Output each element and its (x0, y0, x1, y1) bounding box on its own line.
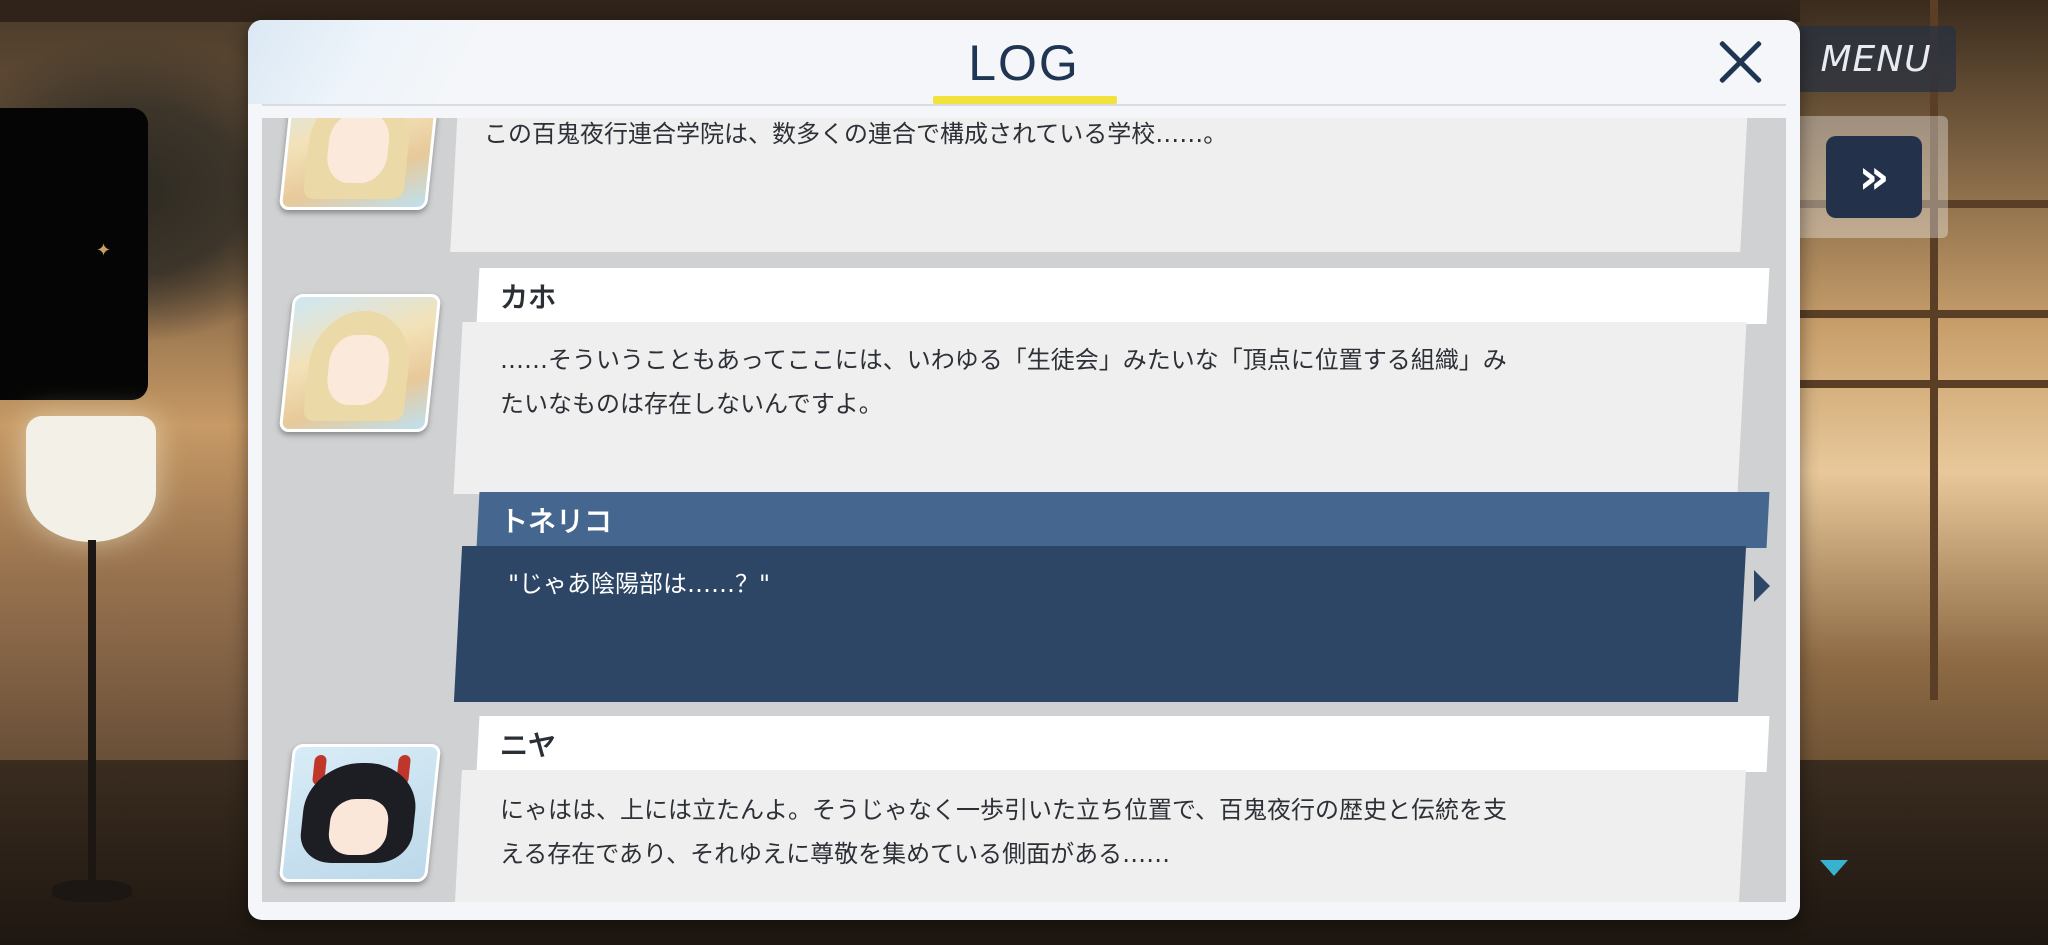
selection-pointer-icon (1754, 570, 1770, 602)
background-post (1930, 0, 1938, 700)
lamp-base (52, 880, 132, 902)
message-text: この百鬼夜行連合学院は、数多くの連合で構成されている学校……。 (484, 120, 1228, 148)
speaker-name: トネリコ (500, 505, 613, 538)
message-text: "じゃあ陰陽部は……？" (508, 570, 771, 598)
title-underline (933, 96, 1117, 104)
message-text: ……そういうこともあってここには、いわゆる「生徒会」みたいな「頂点に位置する組織… (500, 346, 1507, 418)
sparkle-icon: ✦ (96, 240, 112, 261)
speaker-name-bar (476, 492, 1770, 548)
lamp-shade (26, 416, 156, 542)
message-text: にゃはは、上には立たんよ。そうじゃなく一歩引いた立ち位置で、百鬼夜行の歴史と伝統… (500, 796, 1508, 868)
speaker-name: ニヤ (500, 729, 557, 762)
background-rail (1800, 380, 2048, 388)
speaker-avatar (278, 294, 442, 432)
background-rail (1800, 310, 2048, 318)
log-dialog: LOG この百鬼夜行連合学院は、数多くの連合で構成されている学校……。 カホ …… (248, 20, 1800, 920)
background-beam (0, 0, 2048, 22)
speaker-name-bar (476, 716, 1770, 772)
lamp-pole (88, 540, 96, 880)
speaker-name: カホ (500, 281, 557, 314)
speaker-avatar (278, 744, 442, 882)
header-divider (262, 104, 1786, 106)
log-title: LOG (968, 35, 1080, 91)
side-panel (0, 108, 148, 400)
fast-forward-icon[interactable]: » (1826, 136, 1922, 218)
menu-button[interactable]: MENU (1796, 26, 1956, 92)
close-icon[interactable] (1710, 32, 1770, 92)
speaker-avatar (278, 118, 442, 210)
log-list[interactable]: この百鬼夜行連合学院は、数多くの連合で構成されている学校……。 カホ ……そうい… (262, 118, 1786, 902)
scroll-down-icon[interactable] (1820, 860, 1848, 876)
speaker-name-bar (476, 268, 1770, 324)
